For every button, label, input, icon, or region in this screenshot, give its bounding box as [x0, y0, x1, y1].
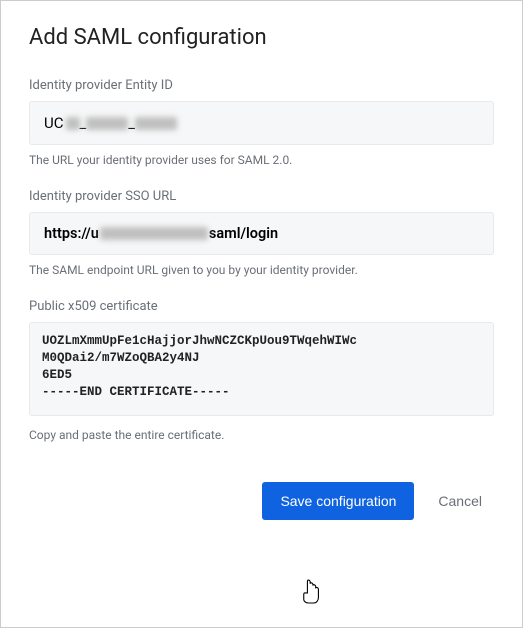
sso-url-value-suffix: saml/login	[209, 225, 278, 242]
cursor-pointer-icon	[301, 579, 323, 605]
entity-id-label: Identity provider Entity ID	[29, 78, 494, 93]
cert-label: Public x509 certificate	[29, 299, 494, 314]
entity-id-value-prefix: UC	[44, 114, 64, 132]
sso-url-value-prefix: https://u	[44, 225, 99, 242]
entity-id-group: Identity provider Entity ID UC__ The URL…	[29, 78, 494, 167]
save-button[interactable]: Save configuration	[262, 482, 414, 520]
cert-group: Public x509 certificate Copy and paste t…	[29, 299, 494, 442]
cert-textarea[interactable]	[29, 322, 494, 416]
sso-url-input[interactable]: https://u saml/login	[29, 212, 494, 255]
button-row: Save configuration Cancel	[29, 482, 494, 520]
sso-url-group: Identity provider SSO URL https://u saml/…	[29, 189, 494, 277]
redacted-text	[135, 117, 177, 130]
redacted-text	[100, 227, 208, 240]
redacted-text	[86, 117, 128, 130]
sso-url-label: Identity provider SSO URL	[29, 189, 494, 204]
saml-config-panel: Add SAML configuration Identity provider…	[0, 0, 523, 628]
page-title: Add SAML configuration	[29, 25, 494, 50]
cert-helper: Copy and paste the entire certificate.	[29, 428, 494, 442]
cancel-button[interactable]: Cancel	[438, 493, 482, 509]
entity-id-helper: The URL your identity provider uses for …	[29, 153, 494, 167]
sso-url-helper: The SAML endpoint URL given to you by yo…	[29, 263, 494, 277]
redacted-text	[66, 117, 80, 130]
entity-id-input[interactable]: UC__	[29, 101, 494, 145]
